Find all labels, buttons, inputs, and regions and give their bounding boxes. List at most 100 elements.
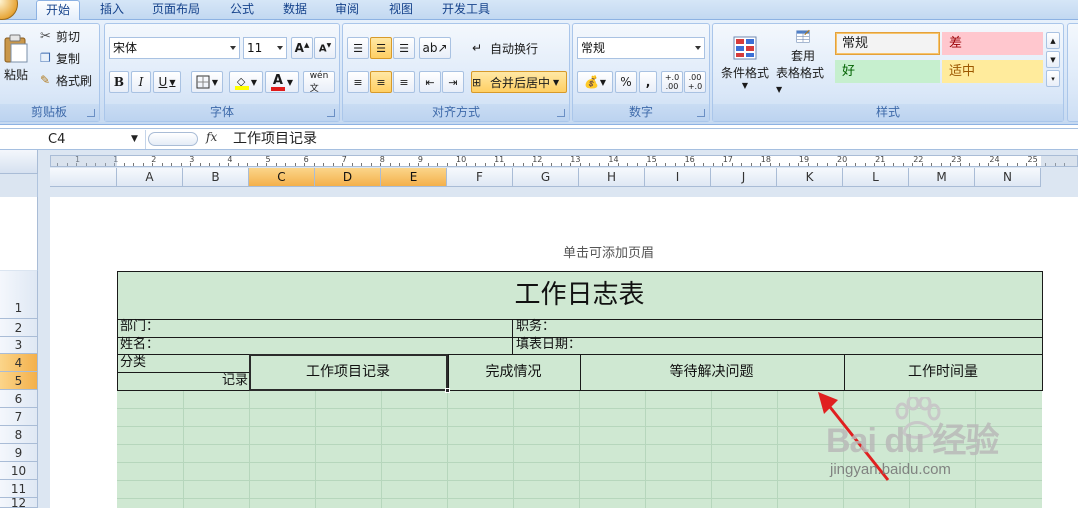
font-name-select[interactable]: 宋体	[109, 37, 240, 59]
name-box[interactable]: C4 ▼	[0, 130, 146, 149]
row-header-3[interactable]: 3	[0, 337, 38, 354]
align-bottom-button[interactable]: ☰	[393, 37, 415, 59]
column-header-A[interactable]: A	[117, 168, 183, 187]
name-label[interactable]: 姓名：	[120, 337, 159, 353]
header-work-hours[interactable]: 工作时间量	[844, 354, 1042, 390]
header-pending-issues[interactable]: 等待解决问题	[580, 354, 843, 390]
row-header-1[interactable]: 1	[0, 271, 38, 319]
formula-expand-pill[interactable]	[148, 132, 198, 146]
tab-review[interactable]: 审阅	[327, 0, 367, 20]
align-center-button[interactable]: ≡	[370, 71, 392, 93]
underline-button[interactable]: U ▼	[153, 71, 181, 93]
clipboard-launcher-icon[interactable]	[87, 109, 95, 117]
row-header-9[interactable]: 9	[0, 444, 38, 462]
grow-font-button[interactable]: A▲	[291, 37, 313, 59]
column-header-J[interactable]: J	[711, 168, 777, 187]
column-header-I[interactable]: I	[645, 168, 711, 187]
column-header-B[interactable]: B	[183, 168, 249, 187]
tab-insert[interactable]: 插入	[92, 0, 132, 20]
number-format-select[interactable]: 常规	[577, 37, 705, 59]
record-label[interactable]: 记录	[204, 373, 248, 389]
increase-decimal-button[interactable]: +.0 .00	[661, 71, 683, 93]
page-header-hint[interactable]: 单击可添加页眉	[563, 242, 654, 261]
copy-button[interactable]: ❐ 复制	[39, 49, 97, 67]
font-color-button[interactable]: A ▼	[265, 71, 299, 93]
tab-data[interactable]: 数据	[275, 0, 315, 20]
row-header-8[interactable]: 8	[0, 426, 38, 444]
styles-scroll-up-icon[interactable]: ▲	[1046, 32, 1060, 49]
sheet-title[interactable]: 工作日志表	[117, 272, 1042, 318]
font-size-select[interactable]: 11	[243, 37, 287, 59]
column-header-G[interactable]: G	[513, 168, 579, 187]
column-header-N[interactable]: N	[975, 168, 1041, 187]
bold-button[interactable]: B	[109, 71, 129, 93]
align-top-button[interactable]: ☰	[347, 37, 369, 59]
selected-cell-outline[interactable]	[249, 354, 448, 391]
style-normal[interactable]: 常规	[835, 32, 940, 55]
styles-more-icon[interactable]: ▾	[1046, 70, 1060, 87]
font-launcher-icon[interactable]	[327, 109, 335, 117]
cut-button[interactable]: ✂ 剪切	[39, 27, 97, 45]
category-label[interactable]: 分类	[120, 355, 146, 371]
fx-icon[interactable]: fx	[206, 130, 217, 144]
styles-scroll-down-icon[interactable]: ▼	[1046, 51, 1060, 68]
style-bad[interactable]: 差	[942, 32, 1043, 55]
row-header-4[interactable]: 4	[0, 354, 38, 372]
format-painter-button[interactable]: ✎ 格式刷	[39, 71, 97, 89]
header-completion[interactable]: 完成情况	[448, 354, 579, 390]
percent-button[interactable]: %	[615, 71, 637, 93]
format-as-table-button[interactable]: 套用 表格格式 ▼	[775, 28, 831, 96]
decrease-indent-button[interactable]: ⇤	[419, 71, 441, 93]
tab-developer[interactable]: 开发工具	[436, 0, 496, 20]
row-header-6[interactable]: 6	[0, 390, 38, 408]
ruler-tick	[484, 163, 486, 166]
fill-color-button[interactable]: ◇ ▼	[229, 71, 263, 93]
select-all-corner[interactable]	[0, 150, 38, 174]
comma-button[interactable]: ,	[639, 71, 657, 93]
increase-indent-button[interactable]: ⇥	[442, 71, 464, 93]
align-right-button[interactable]: ≡	[393, 71, 415, 93]
column-header-F[interactable]: F	[447, 168, 513, 187]
row-header-10[interactable]: 10	[0, 462, 38, 480]
column-header-K[interactable]: K	[777, 168, 843, 187]
column-header-L[interactable]: L	[843, 168, 909, 187]
ribbon-tab-bar: 开始 插入 页面布局 公式 数据 审阅 视图 开发工具	[0, 0, 1078, 20]
fill-handle[interactable]	[445, 388, 450, 393]
position-label[interactable]: 职务：	[516, 319, 555, 335]
align-left-button[interactable]: ≡	[347, 71, 369, 93]
row-header-7[interactable]: 7	[0, 408, 38, 426]
currency-button[interactable]: 💰 ▼	[577, 71, 613, 93]
conditional-format-button[interactable]: 条件格式 ▼	[717, 28, 773, 96]
column-header-M[interactable]: M	[909, 168, 975, 187]
merge-center-button[interactable]: ⊞ 合并后居中 ▼	[471, 71, 567, 93]
column-header-E[interactable]: E	[381, 168, 447, 187]
row-header-2[interactable]: 2	[0, 319, 38, 337]
decrease-decimal-button[interactable]: .00 +.0	[684, 71, 706, 93]
chevron-down-icon[interactable]: ▼	[131, 130, 138, 149]
tab-formulas[interactable]: 公式	[222, 0, 262, 20]
italic-button[interactable]: I	[131, 71, 151, 93]
borders-button[interactable]: ▼	[191, 71, 223, 93]
shrink-font-button[interactable]: A▼	[314, 37, 336, 59]
tab-page-layout[interactable]: 页面布局	[146, 0, 206, 20]
style-neutral[interactable]: 适中	[942, 60, 1043, 83]
phonetic-button[interactable]: wén 文	[303, 71, 335, 94]
row-header-5[interactable]: 5	[0, 372, 38, 390]
style-good[interactable]: 好	[835, 60, 940, 83]
align-middle-button[interactable]: ☰	[370, 37, 392, 59]
fill-date-label[interactable]: 填表日期：	[516, 337, 581, 353]
number-launcher-icon[interactable]	[697, 109, 705, 117]
tab-home[interactable]: 开始	[36, 0, 80, 20]
orientation-button[interactable]: ab↗	[419, 37, 451, 59]
formula-value[interactable]: 工作项目记录	[233, 130, 317, 149]
office-button[interactable]	[0, 0, 18, 20]
paste-button[interactable]: 粘贴	[1, 26, 31, 90]
row-header-12[interactable]: 12	[0, 497, 38, 508]
alignment-launcher-icon[interactable]	[557, 109, 565, 117]
column-header-D[interactable]: D	[315, 168, 381, 187]
tab-view[interactable]: 视图	[381, 0, 421, 20]
department-label[interactable]: 部门：	[120, 319, 159, 335]
column-header-H[interactable]: H	[579, 168, 645, 187]
column-header-C[interactable]: C	[249, 168, 315, 187]
wrap-text-button[interactable]: ↵ 自动换行	[471, 37, 567, 59]
